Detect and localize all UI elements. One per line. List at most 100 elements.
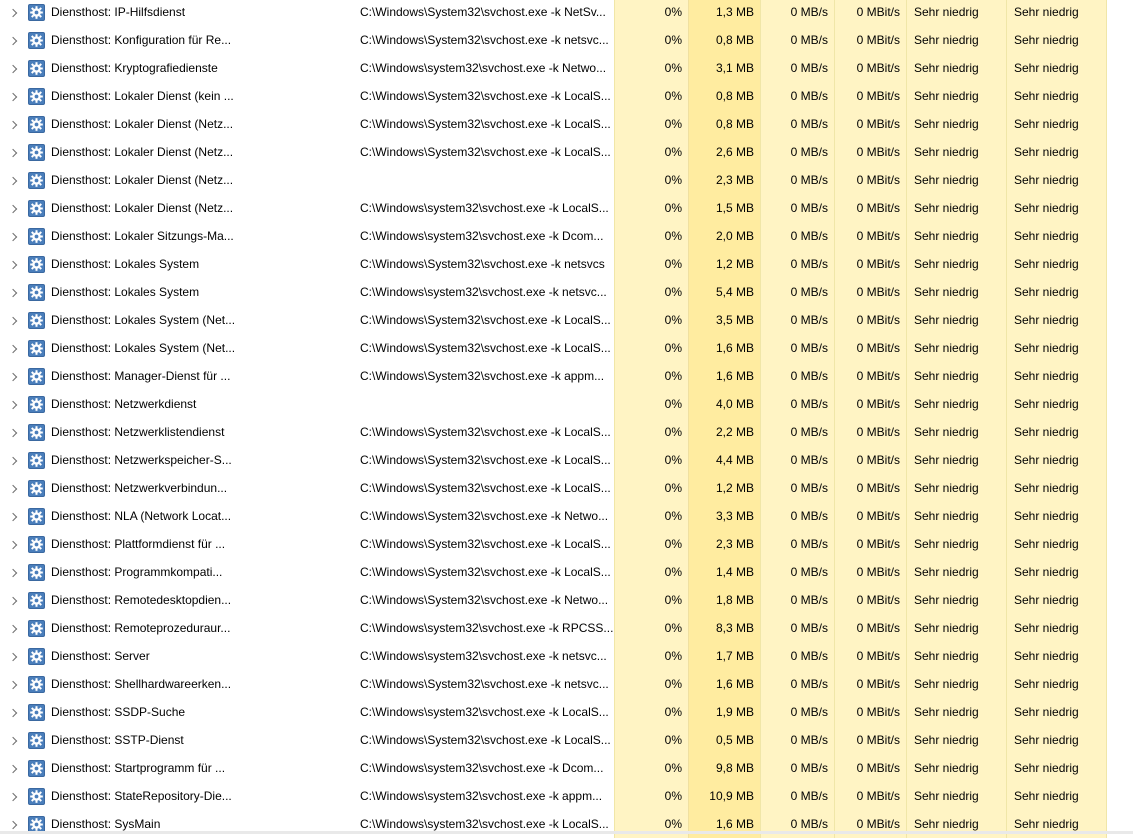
command-line: C:\Windows\System32\svchost.exe -k Local… — [360, 313, 611, 327]
table-row[interactable]: Diensthost: Shellhardwareerken... C:\Win… — [0, 670, 1133, 698]
expand-chevron-icon[interactable] — [0, 614, 26, 642]
power-usage: Sehr niedrig — [906, 334, 1006, 362]
table-row[interactable]: Diensthost: Lokales System (Net... C:\Wi… — [0, 306, 1133, 334]
table-row[interactable]: Diensthost: Remotedesktopdien... C:\Wind… — [0, 586, 1133, 614]
table-row[interactable]: Diensthost: Netzwerkverbindun... C:\Wind… — [0, 474, 1133, 502]
table-row[interactable]: Diensthost: Lokales System C:\Windows\Sy… — [0, 250, 1133, 278]
network-usage: 0 MBit/s — [834, 418, 906, 446]
gear-icon — [26, 138, 48, 166]
expand-chevron-icon[interactable] — [0, 306, 26, 334]
cpu-usage: 0% — [614, 670, 688, 698]
expand-chevron-icon[interactable] — [0, 166, 26, 194]
gear-icon — [26, 558, 48, 586]
expand-chevron-icon[interactable] — [0, 82, 26, 110]
table-row[interactable]: Diensthost: SSDP-Suche C:\Windows\system… — [0, 698, 1133, 726]
network-usage: 0 MBit/s — [834, 642, 906, 670]
power-usage-trend: Sehr niedrig — [1006, 0, 1107, 26]
disk-usage: 0 MB/s — [760, 26, 834, 54]
expand-chevron-icon[interactable] — [0, 558, 26, 586]
cpu-usage: 0% — [614, 754, 688, 782]
table-row[interactable]: Diensthost: Remoteprozeduraur... C:\Wind… — [0, 614, 1133, 642]
memory-usage: 5,4 MB — [688, 278, 760, 306]
table-row[interactable]: Diensthost: StateRepository-Die... C:\Wi… — [0, 782, 1133, 810]
process-list: Diensthost: IP-Hilfsdienst C:\Windows\Sy… — [0, 0, 1133, 838]
process-name: Diensthost: Remotedesktopdien... — [51, 593, 232, 607]
table-row[interactable]: Diensthost: Netzwerklistendienst C:\Wind… — [0, 418, 1133, 446]
disk-usage: 0 MB/s — [760, 558, 834, 586]
table-row[interactable]: Diensthost: Lokaler Dienst (Netz... 0% 2… — [0, 166, 1133, 194]
expand-chevron-icon[interactable] — [0, 586, 26, 614]
network-usage: 0 MBit/s — [834, 334, 906, 362]
table-row[interactable]: Diensthost: Lokales System C:\Windows\sy… — [0, 278, 1133, 306]
memory-usage: 2,3 MB — [688, 166, 760, 194]
expand-chevron-icon[interactable] — [0, 110, 26, 138]
power-usage: Sehr niedrig — [906, 698, 1006, 726]
command-line: C:\Windows\System32\svchost.exe -k Local… — [360, 341, 611, 355]
expand-chevron-icon[interactable] — [0, 642, 26, 670]
expand-chevron-icon[interactable] — [0, 446, 26, 474]
table-row[interactable]: Diensthost: Lokaler Dienst (Netz... C:\W… — [0, 194, 1133, 222]
table-row[interactable]: Diensthost: Lokaler Dienst (kein ... C:\… — [0, 82, 1133, 110]
disk-usage: 0 MB/s — [760, 530, 834, 558]
memory-usage: 1,6 MB — [688, 334, 760, 362]
expand-chevron-icon[interactable] — [0, 138, 26, 166]
table-row[interactable]: Diensthost: Server C:\Windows\system32\s… — [0, 642, 1133, 670]
memory-usage: 4,4 MB — [688, 446, 760, 474]
expand-chevron-icon[interactable] — [0, 194, 26, 222]
table-row[interactable]: Diensthost: Kryptografiedienste C:\Windo… — [0, 54, 1133, 82]
expand-chevron-icon[interactable] — [0, 530, 26, 558]
expand-chevron-icon[interactable] — [0, 26, 26, 54]
gear-icon — [26, 418, 48, 446]
expand-chevron-icon[interactable] — [0, 390, 26, 418]
table-row[interactable]: Diensthost: Lokaler Dienst (Netz... C:\W… — [0, 138, 1133, 166]
expand-chevron-icon[interactable] — [0, 418, 26, 446]
table-row[interactable]: Diensthost: Lokaler Dienst (Netz... C:\W… — [0, 110, 1133, 138]
power-usage-trend: Sehr niedrig — [1006, 54, 1107, 82]
table-row[interactable]: Diensthost: Lokales System (Net... C:\Wi… — [0, 334, 1133, 362]
memory-usage: 2,6 MB — [688, 138, 760, 166]
gear-icon — [26, 698, 48, 726]
table-row[interactable]: Diensthost: Konfiguration für Re... C:\W… — [0, 26, 1133, 54]
table-row[interactable]: Diensthost: Programmkompati... C:\Window… — [0, 558, 1133, 586]
power-usage-trend: Sehr niedrig — [1006, 586, 1107, 614]
process-name: Diensthost: NLA (Network Locat... — [51, 509, 232, 523]
expand-chevron-icon[interactable] — [0, 474, 26, 502]
expand-chevron-icon[interactable] — [0, 0, 26, 26]
expand-chevron-icon[interactable] — [0, 670, 26, 698]
expand-chevron-icon[interactable] — [0, 54, 26, 82]
process-name: Diensthost: Lokaler Dienst (kein ... — [51, 89, 234, 103]
expand-chevron-icon[interactable] — [0, 334, 26, 362]
table-row[interactable]: Diensthost: Startprogramm für ... C:\Win… — [0, 754, 1133, 782]
expand-chevron-icon[interactable] — [0, 754, 26, 782]
table-row[interactable]: Diensthost: SSTP-Dienst C:\Windows\Syste… — [0, 726, 1133, 754]
table-row[interactable]: Diensthost: Lokaler Sitzungs-Ma... C:\Wi… — [0, 222, 1133, 250]
network-usage: 0 MBit/s — [834, 362, 906, 390]
table-row[interactable]: Diensthost: IP-Hilfsdienst C:\Windows\Sy… — [0, 0, 1133, 26]
power-usage-trend: Sehr niedrig — [1006, 250, 1107, 278]
table-row[interactable]: Diensthost: Manager-Dienst für ... C:\Wi… — [0, 362, 1133, 390]
cpu-usage: 0% — [614, 138, 688, 166]
network-usage: 0 MBit/s — [834, 166, 906, 194]
command-line: C:\Windows\System32\svchost.exe -k Local… — [360, 425, 611, 439]
memory-usage: 2,0 MB — [688, 222, 760, 250]
expand-chevron-icon[interactable] — [0, 278, 26, 306]
cpu-usage: 0% — [614, 362, 688, 390]
table-row[interactable]: Diensthost: Plattformdienst für ... C:\W… — [0, 530, 1133, 558]
power-usage-trend: Sehr niedrig — [1006, 558, 1107, 586]
expand-chevron-icon[interactable] — [0, 698, 26, 726]
expand-chevron-icon[interactable] — [0, 502, 26, 530]
expand-chevron-icon[interactable] — [0, 222, 26, 250]
expand-chevron-icon[interactable] — [0, 250, 26, 278]
table-row[interactable]: Diensthost: Netzwerkdienst 0% 4,0 MB 0 M… — [0, 390, 1133, 418]
network-usage: 0 MBit/s — [834, 502, 906, 530]
cpu-usage: 0% — [614, 26, 688, 54]
table-row[interactable]: Diensthost: Netzwerkspeicher-S... C:\Win… — [0, 446, 1133, 474]
network-usage: 0 MBit/s — [834, 474, 906, 502]
expand-chevron-icon[interactable] — [0, 726, 26, 754]
expand-chevron-icon[interactable] — [0, 782, 26, 810]
memory-usage: 3,1 MB — [688, 54, 760, 82]
table-row[interactable]: Diensthost: NLA (Network Locat... C:\Win… — [0, 502, 1133, 530]
power-usage: Sehr niedrig — [906, 614, 1006, 642]
disk-usage: 0 MB/s — [760, 82, 834, 110]
expand-chevron-icon[interactable] — [0, 362, 26, 390]
